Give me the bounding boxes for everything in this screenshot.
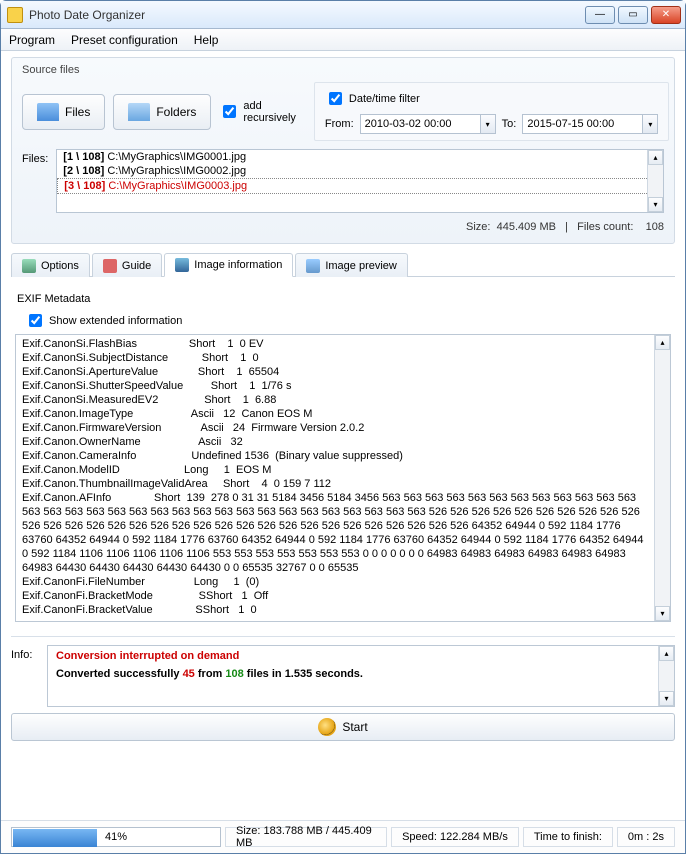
add-recursively-checkbox[interactable]: add recursively bbox=[219, 100, 296, 124]
info-line-1: Conversion interrupted on demand bbox=[56, 650, 654, 662]
scroll-up-icon[interactable]: ▴ bbox=[648, 150, 663, 165]
datetime-filter-checkbox[interactable]: Date/time filter bbox=[325, 89, 658, 108]
minimize-button[interactable]: — bbox=[585, 6, 615, 24]
start-button-label: Start bbox=[342, 720, 367, 734]
menubar: Program Preset configuration Help bbox=[1, 29, 685, 51]
info-line-2: Converted successfully 45 from 108 files… bbox=[56, 668, 654, 680]
source-files-label: Source files bbox=[22, 64, 664, 76]
list-item[interactable]: [2 \ 108] C:\MyGraphics\IMG0002.jpg bbox=[57, 164, 663, 178]
exif-content: Exif.CanonSi.FlashBias Short 1 0 EV Exif… bbox=[22, 337, 650, 617]
scroll-down-icon[interactable]: ▾ bbox=[655, 606, 670, 621]
files-button[interactable]: Files bbox=[22, 94, 105, 130]
list-item[interactable]: [3 \ 108] C:\MyGraphics\IMG0003.jpg bbox=[57, 178, 663, 194]
folders-button-label: Folders bbox=[156, 105, 196, 119]
tab-options[interactable]: Options bbox=[11, 253, 90, 277]
from-date-dropdown[interactable]: ▾ bbox=[480, 114, 496, 134]
app-icon bbox=[7, 7, 23, 23]
menu-program[interactable]: Program bbox=[9, 33, 55, 47]
status-ttf-value: 0m : 2s bbox=[617, 827, 675, 847]
info-section: Info: Conversion interrupted on demand C… bbox=[11, 645, 675, 707]
tab-image-preview[interactable]: Image preview bbox=[295, 253, 408, 277]
status-ttf-label: Time to finish: bbox=[523, 827, 613, 847]
scroll-down-icon[interactable]: ▾ bbox=[648, 197, 663, 212]
to-label: To: bbox=[502, 118, 517, 130]
scroll-up-icon[interactable]: ▴ bbox=[655, 335, 670, 350]
book-icon bbox=[103, 259, 117, 273]
wrench-icon bbox=[22, 259, 36, 273]
file-icon bbox=[37, 103, 59, 121]
image-information-panel: EXIF Metadata Show extended information … bbox=[11, 283, 675, 628]
from-label: From: bbox=[325, 118, 354, 130]
source-stats: Size: 445.409 MB | Files count: 108 bbox=[22, 221, 664, 233]
status-speed: Speed: 122.284 MB/s bbox=[391, 827, 519, 847]
info-log[interactable]: Conversion interrupted on demand Convert… bbox=[47, 645, 675, 707]
exif-text-area[interactable]: Exif.CanonSi.FlashBias Short 1 0 EV Exif… bbox=[15, 334, 671, 622]
status-size: Size: 183.788 MB / 445.409 MB bbox=[225, 827, 387, 847]
from-date-input[interactable] bbox=[360, 114, 480, 134]
tab-strip: Options Guide Image information Image pr… bbox=[11, 252, 675, 277]
scrollbar[interactable]: ▴ ▾ bbox=[658, 646, 674, 706]
titlebar: Photo Date Organizer — ▭ ✕ bbox=[1, 1, 685, 29]
show-extended-checkbox[interactable]: Show extended information bbox=[25, 311, 671, 330]
close-button[interactable]: ✕ bbox=[651, 6, 681, 24]
maximize-button[interactable]: ▭ bbox=[618, 6, 648, 24]
window-title: Photo Date Organizer bbox=[29, 8, 585, 22]
image-icon bbox=[175, 258, 189, 272]
datetime-filter-panel: Date/time filter From: ▾ To: ▾ bbox=[314, 82, 669, 141]
exif-header: EXIF Metadata bbox=[17, 293, 671, 305]
menu-preset[interactable]: Preset configuration bbox=[71, 33, 178, 47]
info-label: Info: bbox=[11, 645, 39, 707]
folder-icon bbox=[128, 103, 150, 121]
scrollbar[interactable]: ▴ ▾ bbox=[647, 150, 663, 212]
scroll-up-icon[interactable]: ▴ bbox=[659, 646, 674, 661]
folders-button[interactable]: Folders bbox=[113, 94, 211, 130]
to-date-input[interactable] bbox=[522, 114, 642, 134]
scroll-down-icon[interactable]: ▾ bbox=[659, 691, 674, 706]
scrollbar[interactable]: ▴ ▾ bbox=[654, 335, 670, 621]
tab-guide[interactable]: Guide bbox=[92, 253, 162, 277]
files-list[interactable]: [1 \ 108] C:\MyGraphics\IMG0001.jpg [2 \… bbox=[56, 149, 664, 213]
files-button-label: Files bbox=[65, 105, 90, 119]
progress-bar: 41% bbox=[11, 827, 221, 847]
status-bar: 41% Size: 183.788 MB / 445.409 MB Speed:… bbox=[1, 820, 685, 853]
radiation-icon bbox=[318, 718, 336, 736]
progress-text: 41% bbox=[12, 831, 220, 843]
source-files-group: Source files Files Folders add recursive… bbox=[11, 57, 675, 244]
list-item[interactable]: [1 \ 108] C:\MyGraphics\IMG0001.jpg bbox=[57, 150, 663, 164]
to-date-dropdown[interactable]: ▾ bbox=[642, 114, 658, 134]
files-list-label: Files: bbox=[22, 149, 48, 213]
start-button[interactable]: Start bbox=[11, 713, 675, 741]
tab-image-information[interactable]: Image information bbox=[164, 253, 293, 277]
menu-help[interactable]: Help bbox=[194, 33, 219, 47]
preview-icon bbox=[306, 259, 320, 273]
